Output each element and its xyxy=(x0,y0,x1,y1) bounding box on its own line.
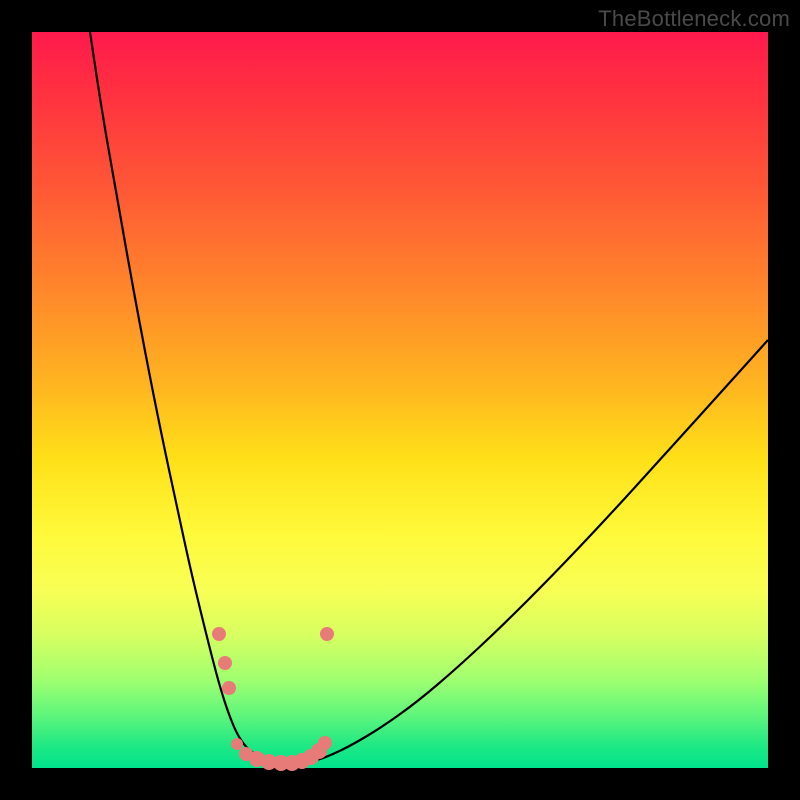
watermark-text: TheBottleneck.com xyxy=(598,6,790,32)
chart-svg xyxy=(32,32,768,768)
chart-plot-area xyxy=(32,32,768,768)
highlight-dot xyxy=(212,627,226,641)
highlight-dot xyxy=(318,736,332,750)
bottleneck-curve xyxy=(90,32,768,764)
highlight-dots xyxy=(212,627,334,771)
highlight-dot xyxy=(320,627,334,641)
chart-frame: TheBottleneck.com xyxy=(0,0,800,800)
highlight-dot xyxy=(218,656,232,670)
highlight-dot xyxy=(231,738,243,750)
highlight-dot xyxy=(222,681,236,695)
